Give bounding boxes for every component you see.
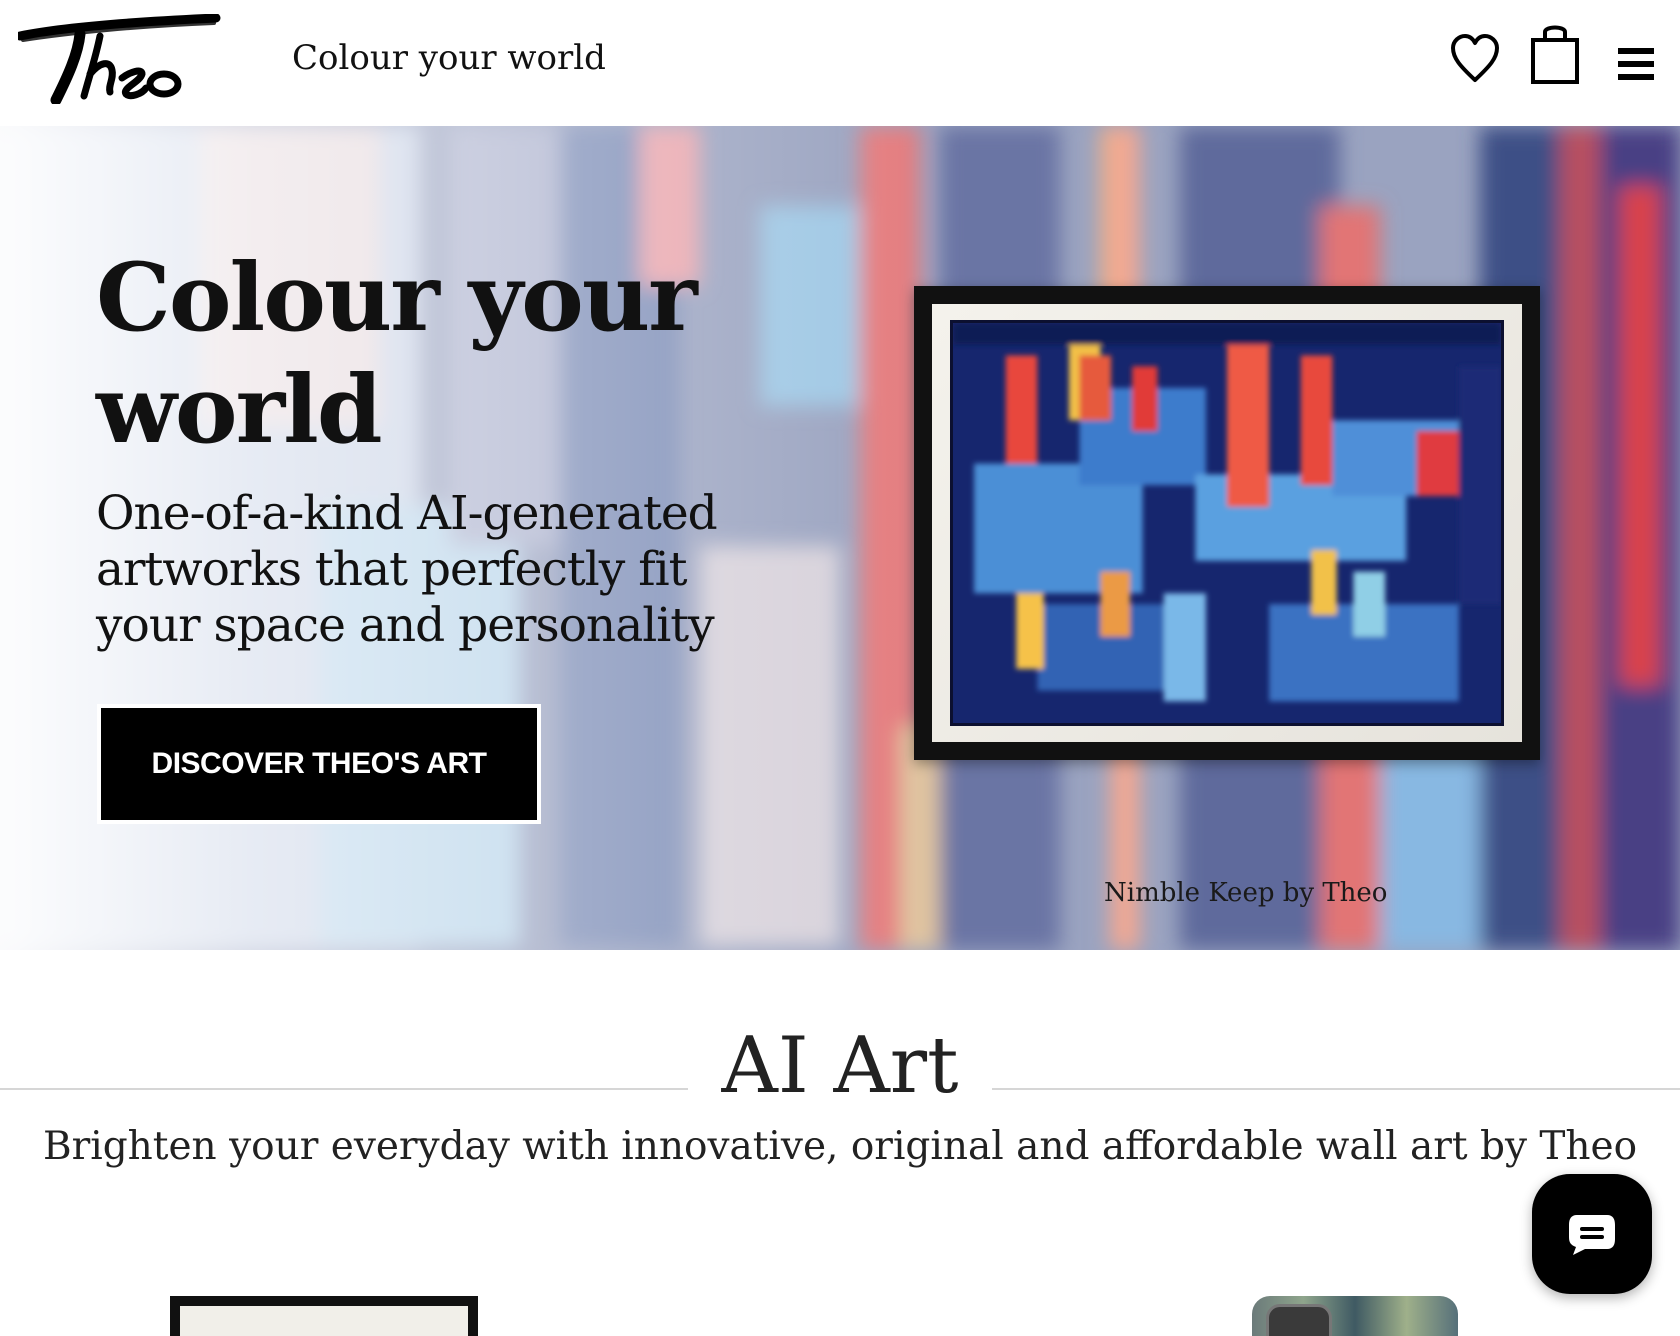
hero-subtitle: One-of-a-kind AI-generated artworks that… xyxy=(96,486,718,653)
featured-artwork-frame[interactable] xyxy=(914,286,1540,760)
theo-logo-mark xyxy=(15,13,221,106)
theo-logo[interactable] xyxy=(15,13,223,106)
discover-art-button[interactable]: DISCOVER THEO'S ART xyxy=(97,704,541,824)
shopping-bag-icon[interactable] xyxy=(1530,22,1580,86)
heart-icon[interactable] xyxy=(1450,34,1500,84)
site-header: Colour your world xyxy=(0,0,1680,126)
hero-banner: Colour your world One-of-a-kind AI-gener… xyxy=(0,126,1680,950)
section-title: AI Art xyxy=(0,1018,1680,1114)
header-tagline: Colour your world xyxy=(292,38,606,78)
hero-title: Colour your world xyxy=(96,243,698,465)
phone-camera-lens xyxy=(1266,1304,1332,1336)
section-subtitle: Brighten your everyday with innovative, … xyxy=(42,1124,1638,1169)
menu-icon[interactable] xyxy=(1616,46,1656,82)
featured-artwork xyxy=(950,320,1504,726)
chat-button[interactable] xyxy=(1532,1174,1652,1294)
section-title-text: AI Art xyxy=(687,1021,993,1111)
product-thumbnail-phone-case[interactable] xyxy=(1252,1296,1458,1336)
thumbnail-mat xyxy=(180,1306,468,1336)
artwork-caption: Nimble Keep by Theo xyxy=(1104,878,1388,908)
product-thumbnail-framed-print[interactable] xyxy=(170,1296,478,1336)
chat-icon xyxy=(1569,1215,1615,1255)
